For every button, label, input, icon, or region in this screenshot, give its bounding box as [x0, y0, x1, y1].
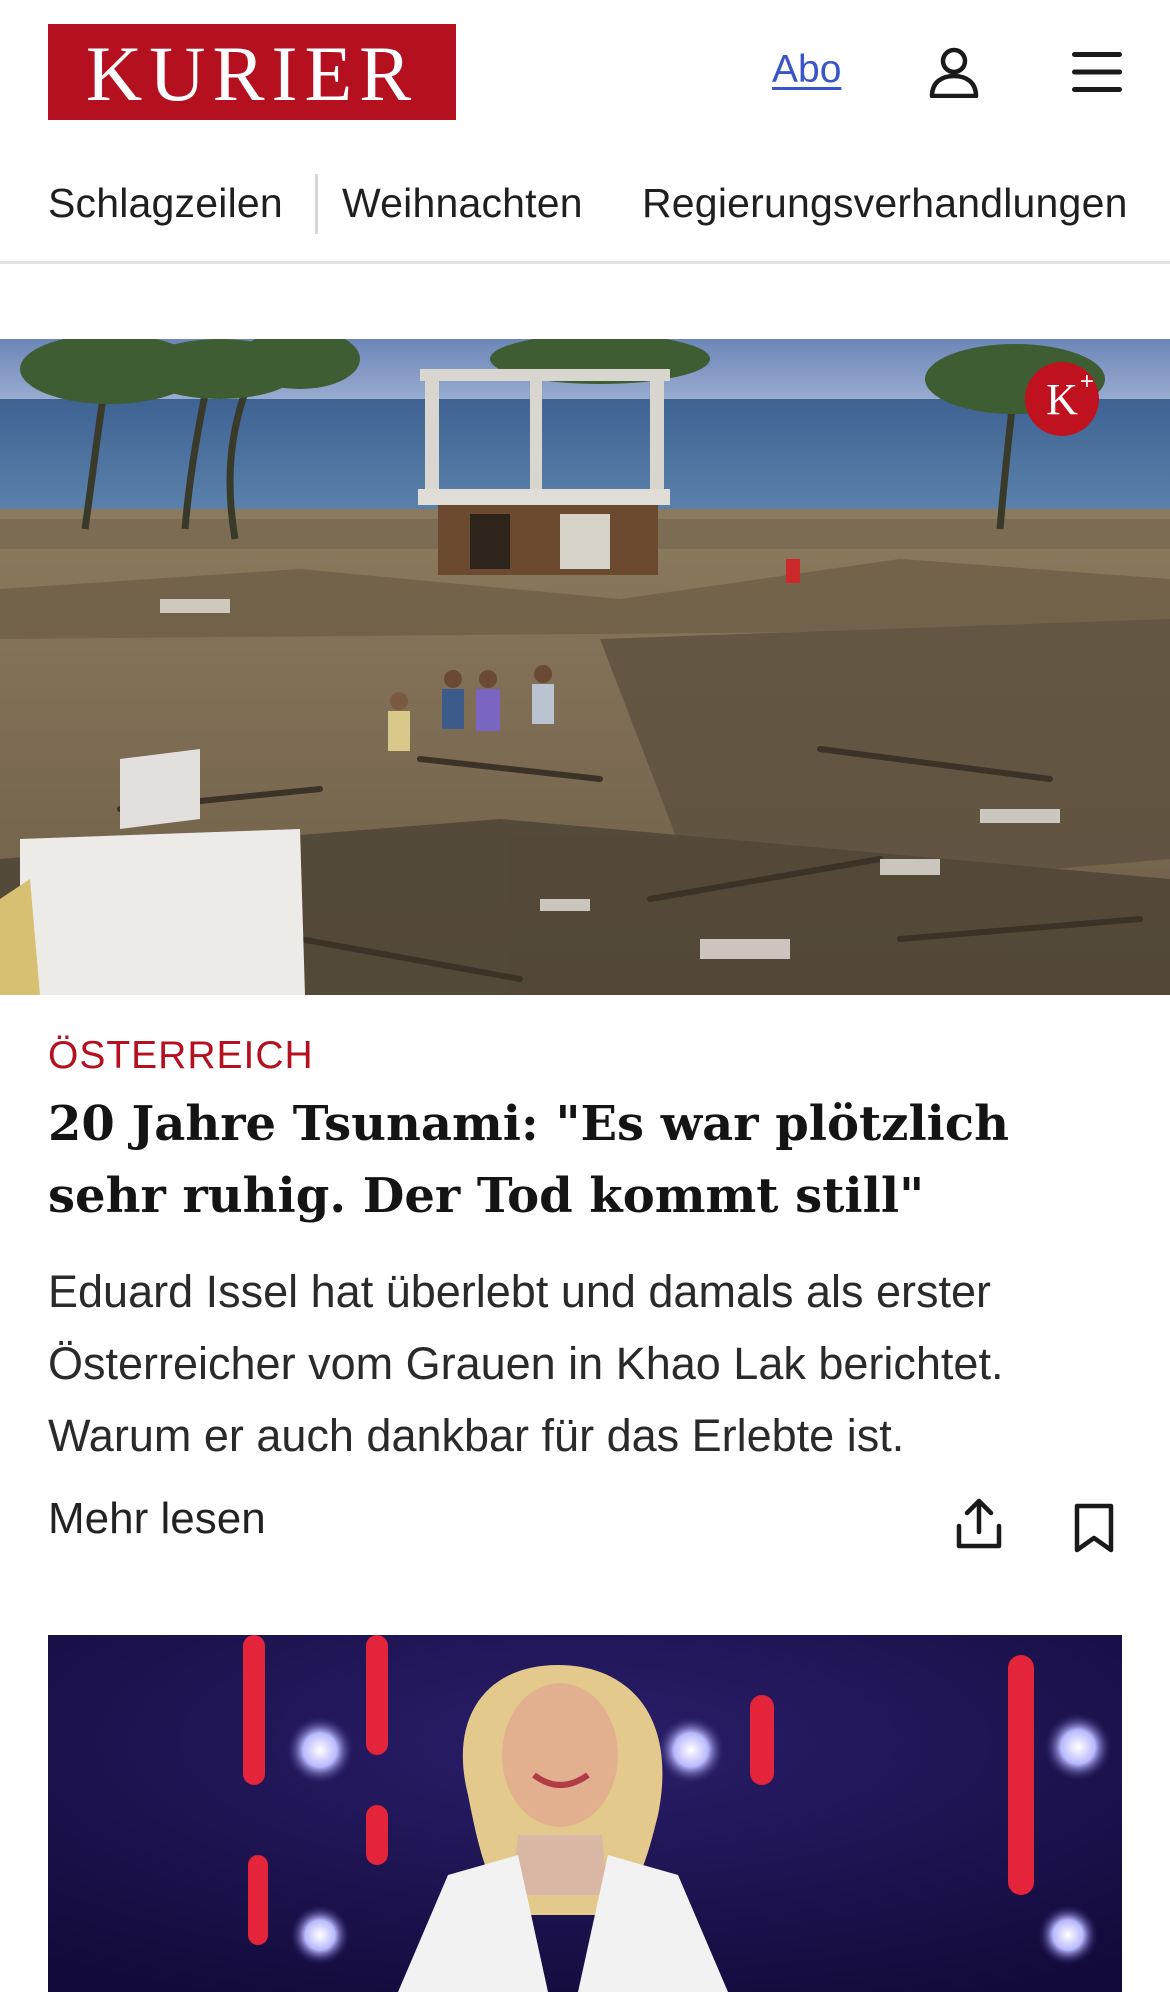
badge-plus: +	[1079, 367, 1094, 395]
article-teaser: Eduard Issel hat überlebt und damals als…	[48, 1266, 1004, 1461]
nav-item-weihnachten[interactable]: Weihnachten	[342, 180, 583, 227]
badge-letter: K	[1046, 374, 1078, 424]
logo-text: KURIER	[85, 30, 419, 117]
stage-performer-photo[interactable]	[48, 1635, 1122, 1992]
nav-divider	[315, 174, 318, 234]
bookmark-icon[interactable]	[1073, 1503, 1115, 1553]
hamburger-menu-icon[interactable]	[1072, 50, 1122, 94]
k-plus-badge: K +	[1025, 362, 1099, 436]
article-headline[interactable]: 20 Jahre Tsunami: "Es war plötzlich sehr…	[48, 1088, 1128, 1232]
second-card-illustration	[48, 1635, 1122, 1992]
hero-illustration	[0, 339, 1170, 995]
tsunami-devastation-photo[interactable]	[0, 339, 1170, 995]
site-header: KURIER Abo	[0, 0, 1170, 145]
nav-item-regierungsverhandlungen[interactable]: Regierungsverhandlungen	[642, 180, 1128, 227]
kurier-logo[interactable]: KURIER	[48, 24, 456, 120]
article-category[interactable]: ÖSTERREICH	[48, 1034, 314, 1078]
share-icon[interactable]	[956, 1498, 1002, 1550]
abo-link[interactable]: Abo	[772, 48, 841, 92]
topic-nav: Schlagzeilen Weihnachten Regierungsverha…	[0, 160, 1170, 264]
k-plus-badge-text: K +	[1046, 368, 1094, 425]
read-more-link[interactable]: Mehr lesen	[48, 1494, 266, 1544]
user-icon[interactable]	[928, 46, 980, 98]
nav-item-schlagzeilen[interactable]: Schlagzeilen	[48, 180, 283, 227]
